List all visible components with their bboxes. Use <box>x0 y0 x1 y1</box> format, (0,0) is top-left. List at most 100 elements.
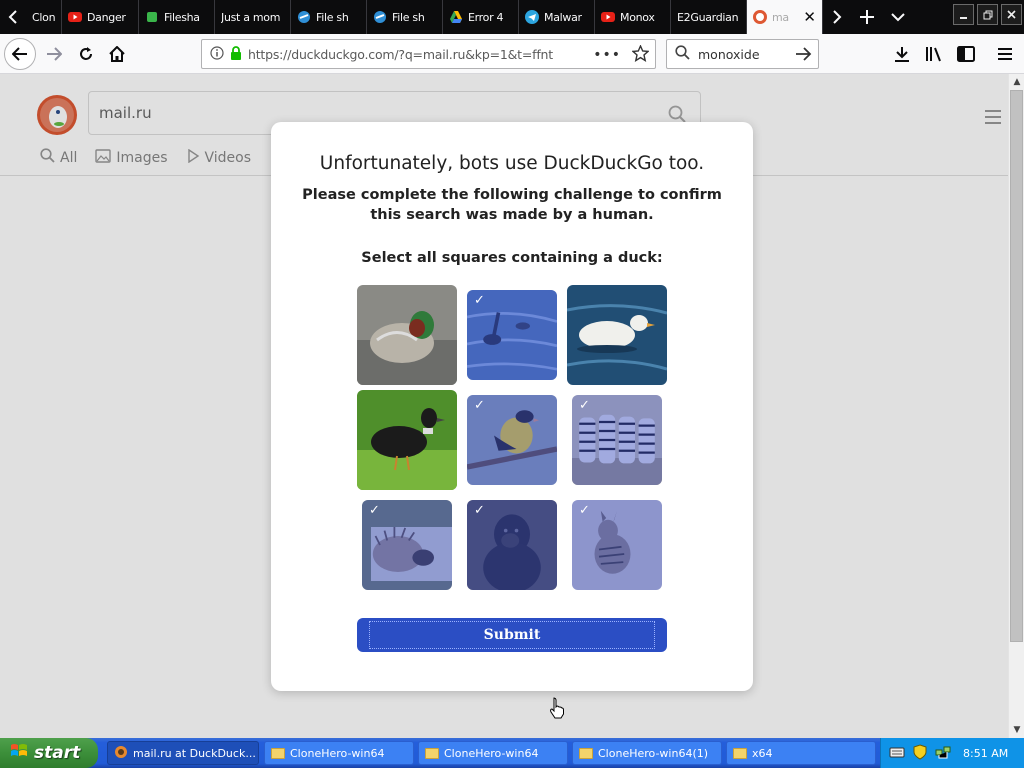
page-content: mail.ru All Images Videos Unfortunately,… <box>0 74 1008 738</box>
check-icon: ✓ <box>369 503 380 518</box>
folder-icon <box>733 747 747 759</box>
youtube-icon <box>601 10 615 24</box>
clock[interactable]: 8:51 AM <box>963 747 1008 760</box>
tile-black-duck[interactable] <box>357 390 457 490</box>
go-arrow-icon[interactable] <box>795 46 812 65</box>
hamburger-menu-icon <box>998 48 1012 60</box>
vertical-scrollbar[interactable]: ▲ ▼ <box>1008 74 1024 738</box>
check-icon: ✓ <box>474 398 485 413</box>
list-all-tabs-icon[interactable] <box>886 0 910 34</box>
tab-label: File sh <box>392 10 425 24</box>
tab-malware[interactable]: Malwar <box>519 0 595 34</box>
sidebar-button[interactable] <box>950 38 982 70</box>
windows-taskbar: start mail.ru at DuckDuck... CloneHero-w… <box>0 738 1024 768</box>
library-icon <box>926 47 941 62</box>
back-arrow-icon <box>12 47 27 61</box>
tab-danger[interactable]: Danger <box>62 0 139 34</box>
taskbar-item-clonehero-3[interactable]: CloneHero-win64(1) <box>572 741 722 765</box>
tab-duckduckgo-active[interactable]: ma ✕ <box>747 0 823 34</box>
tab-filesharing[interactable]: Filesha <box>139 0 215 34</box>
tab-label: File sh <box>316 10 349 24</box>
tab-e2guardian[interactable]: E2Guardian <box>671 0 747 34</box>
tab-label: Monox <box>620 10 655 24</box>
bot-challenge-dialog: Unfortunately, bots use DuckDuckGo too. … <box>271 122 753 691</box>
tile-goldfinch[interactable]: ✓ <box>467 395 557 485</box>
submit-button[interactable]: Submit <box>357 618 667 652</box>
tab-file-share-2[interactable]: File sh <box>367 0 443 34</box>
info-icon[interactable] <box>210 45 224 63</box>
tab-monoxide[interactable]: Monox <box>595 0 671 34</box>
reload-button[interactable] <box>70 38 102 70</box>
tile-zebras[interactable]: ✓ <box>572 395 662 485</box>
tab-label: Malwar <box>544 10 582 24</box>
challenge-prompt: Select all squares containing a duck: <box>361 250 663 266</box>
file-share-icon <box>297 10 311 24</box>
taskbar-item-label: x64 <box>752 746 773 760</box>
taskbar-item-label: CloneHero-win64 <box>290 746 385 760</box>
tab-just-a-moment[interactable]: Just a mom <box>215 0 291 34</box>
youtube-icon <box>68 10 82 24</box>
keyboard-icon[interactable] <box>889 746 905 761</box>
scroll-down-icon[interactable]: ▼ <box>1011 724 1023 736</box>
folder-icon <box>271 747 285 759</box>
file-share-icon <box>373 10 387 24</box>
forward-button[interactable] <box>38 38 70 70</box>
url-text: https://duckduckgo.com/?q=mail.ru&kp=1&t… <box>248 46 553 62</box>
start-button[interactable]: start <box>0 738 98 768</box>
search-bar[interactable]: monoxide <box>666 39 819 69</box>
tile-gorilla[interactable]: ✓ <box>467 500 557 590</box>
restore-window-icon[interactable] <box>977 4 998 25</box>
taskbar-item-clonehero-2[interactable]: CloneHero-win64 <box>418 741 568 765</box>
check-icon: ✓ <box>474 293 485 308</box>
hand-pointer-icon <box>550 697 564 719</box>
tile-water-birds[interactable]: ✓ <box>467 290 557 380</box>
tab-strip: Clone H Danger Filesha Just a mom File s… <box>0 0 1024 34</box>
dialog-title: Unfortunately, bots use DuckDuckGo too. <box>319 153 705 174</box>
tab-error[interactable]: Error 4 <box>443 0 519 34</box>
url-bar[interactable]: https://duckduckgo.com/?q=mail.ru&kp=1&t… <box>201 39 656 69</box>
scroll-up-icon[interactable]: ▲ <box>1011 76 1023 88</box>
taskbar-item-x64[interactable]: x64 <box>726 741 876 765</box>
menu-button[interactable] <box>989 38 1021 70</box>
folder-icon <box>579 747 593 759</box>
search-icon <box>675 45 690 63</box>
focus-ring <box>369 621 655 649</box>
security-shield-icon[interactable] <box>913 743 927 763</box>
bookmark-star-icon[interactable] <box>631 44 650 65</box>
back-button[interactable] <box>4 38 36 70</box>
tile-teal-duck[interactable] <box>357 285 457 385</box>
taskbar-item-label: CloneHero-win64 <box>444 746 539 760</box>
tab-label: Just a mom <box>221 10 281 24</box>
network-icon[interactable] <box>935 744 951 763</box>
tab-label: Clone H <box>32 10 55 24</box>
close-tab-icon[interactable]: ✕ <box>803 8 816 26</box>
taskbar-item-clonehero-1[interactable]: CloneHero-win64 <box>264 741 414 765</box>
scroll-tabs-left-icon[interactable] <box>2 0 24 34</box>
check-icon: ✓ <box>579 503 590 518</box>
page-actions-icon[interactable]: ••• <box>593 47 621 63</box>
close-window-icon[interactable] <box>1001 4 1022 25</box>
tab-label: Filesha <box>164 10 200 24</box>
downloads-button[interactable] <box>886 38 918 70</box>
lock-icon[interactable] <box>230 45 242 63</box>
filesharing-icon <box>145 10 159 24</box>
home-icon <box>109 46 125 62</box>
tile-white-duck[interactable] <box>567 285 667 385</box>
tile-hyena[interactable]: ✓ <box>572 500 662 590</box>
home-button[interactable] <box>101 38 133 70</box>
taskbar-item-firefox[interactable]: mail.ru at DuckDuck... <box>107 741 259 765</box>
tab-label: ma <box>772 10 789 24</box>
scroll-tabs-right-icon[interactable] <box>826 0 848 34</box>
download-icon <box>895 47 909 62</box>
tab-clone-hero[interactable]: Clone H <box>26 0 62 34</box>
minimize-window-icon[interactable] <box>953 4 974 25</box>
firefox-duck-icon <box>114 745 128 762</box>
library-button[interactable] <box>918 38 950 70</box>
navigation-toolbar: https://duckduckgo.com/?q=mail.ru&kp=1&t… <box>0 34 1024 74</box>
reload-icon <box>80 47 92 60</box>
tile-hedgehog[interactable]: ✓ <box>362 500 452 590</box>
taskbar-item-label: CloneHero-win64(1) <box>598 746 709 760</box>
new-tab-icon[interactable] <box>855 0 879 34</box>
tab-file-share-1[interactable]: File sh <box>291 0 367 34</box>
scrollbar-thumb[interactable] <box>1010 90 1023 642</box>
